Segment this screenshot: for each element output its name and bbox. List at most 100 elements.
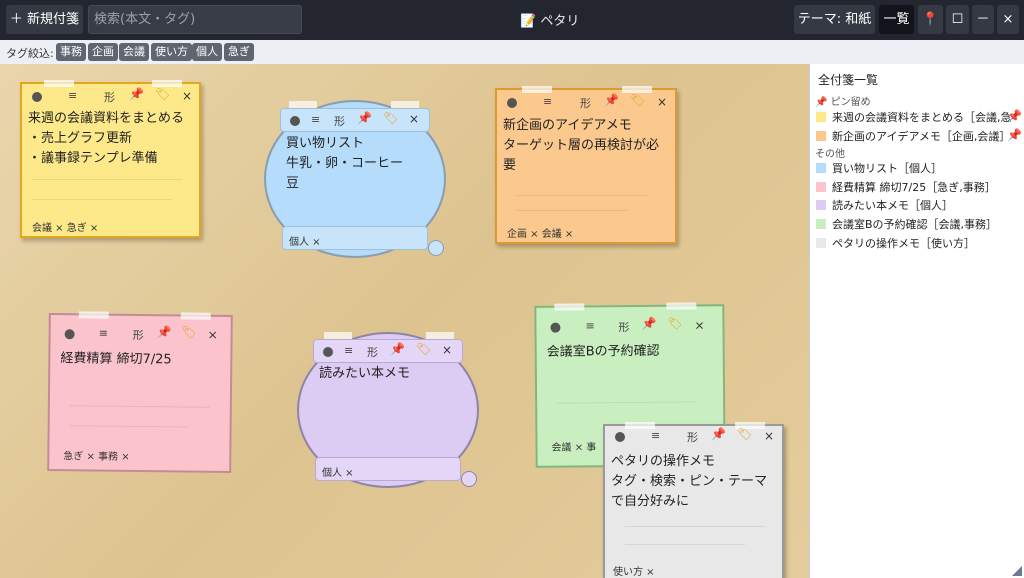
note-tags[interactable]: 会議 × 事 [551, 438, 596, 453]
close-button[interactable]: × [997, 5, 1019, 34]
title-bar: ＋ 新規付箋 検索(本文・タグ) 📝 ペタリ テーマ: 和紙 一覧 📍 ☐ － … [0, 0, 1024, 40]
note-tags[interactable]: 個人 × [289, 233, 321, 248]
color-swatch [816, 238, 826, 248]
list-item[interactable]: 読みたい本メモ［個人］ [816, 197, 953, 212]
note-header: ≡ 形 📌 🏷 × [313, 332, 463, 363]
note-text[interactable]: ペタリの操作メモ タグ・検索・ピン・テーマ で自分好みに [611, 452, 767, 512]
tag-chip-isogi[interactable]: 急ぎ [224, 43, 254, 61]
pin-icon[interactable]: 📌 [604, 93, 619, 107]
note-text[interactable]: 新企画のアイデアメモ ターゲット層の再検討が必 要 [503, 116, 659, 176]
color-dot-icon[interactable] [507, 98, 517, 108]
shape-button[interactable]: 形 [687, 429, 698, 445]
pin-icon: 📌 [1007, 128, 1022, 142]
pin-icon[interactable]: 📌 [390, 342, 405, 356]
note-tags[interactable]: 急ぎ × 事務 × [63, 447, 129, 463]
note-footer: 個人 × [315, 457, 461, 481]
tag-icon[interactable]: 🏷 [737, 427, 752, 441]
color-dot-icon[interactable] [64, 329, 75, 340]
pinned-section-label: 📌 ピン留め [815, 93, 871, 108]
color-dot-icon[interactable] [615, 432, 625, 442]
new-note-button[interactable]: ＋ 新規付箋 [6, 5, 83, 34]
sticky-note[interactable]: ≡ 形 📌 🏷 × 経費精算 締切7/25 急ぎ × 事務 × [47, 311, 233, 473]
resize-handle-icon[interactable] [461, 471, 477, 487]
list-item[interactable]: ペタリの操作メモ［使い方］ [816, 235, 975, 250]
pin-icon[interactable]: 📌 [641, 317, 656, 331]
theme-button[interactable]: テーマ: 和紙 [794, 5, 875, 34]
color-swatch [816, 112, 826, 122]
pin-icon[interactable]: 📌 [157, 325, 172, 339]
sticky-note[interactable]: ≡ 形 📌 🏷 × ペタリの操作メモ タグ・検索・ピン・テーマ で自分好みに 使… [603, 422, 784, 578]
drag-handle-icon[interactable]: ≡ [99, 327, 108, 340]
shape-button[interactable]: 形 [580, 95, 591, 111]
pin-icon[interactable]: 📌 [711, 427, 726, 441]
note-header: ≡ 形 📌 🏷 × [280, 101, 430, 132]
close-note-button[interactable]: × [442, 343, 452, 357]
sticky-note[interactable]: ≡ 形 📌 🏷 × 来週の会議資料をまとめる ・売上グラフ更新 ・議事録テンプレ… [20, 80, 201, 238]
note-text[interactable]: 読みたい本メモ [319, 364, 410, 384]
pin-icon[interactable]: 📌 [129, 87, 144, 101]
tag-chip-jimu[interactable]: 事務 [56, 43, 86, 61]
list-toggle-button[interactable]: 一覧 [879, 5, 914, 34]
note-text[interactable]: 来週の会議資料をまとめる ・売上グラフ更新 ・議事録テンプレ準備 [28, 109, 184, 169]
shape-button[interactable]: 形 [367, 344, 378, 360]
color-dot-icon[interactable] [323, 347, 333, 357]
shape-button[interactable]: 形 [334, 113, 345, 129]
list-item[interactable]: 会議室Bの予約確認［会議,事務］ [816, 216, 997, 231]
color-swatch [816, 163, 826, 173]
list-item[interactable]: 来週の会議資料をまとめる［会議,急 [816, 109, 1012, 124]
app-title: 📝 ペタリ [520, 10, 579, 29]
pin-window-button[interactable]: 📍 [918, 5, 943, 34]
note-text[interactable]: 会議室Bの予約確認 [547, 342, 660, 363]
close-note-button[interactable]: × [694, 318, 704, 332]
drag-handle-icon[interactable]: ≡ [344, 344, 353, 357]
close-note-button[interactable]: × [409, 112, 419, 126]
drag-handle-icon[interactable]: ≡ [311, 113, 320, 126]
shape-button[interactable]: 形 [133, 327, 144, 343]
pin-icon[interactable]: 📌 [357, 111, 372, 125]
color-dot-icon[interactable] [550, 322, 561, 333]
color-swatch [816, 219, 826, 229]
list-item[interactable]: 新企画のアイデアメモ［企画,会議］ [816, 128, 1010, 143]
drag-handle-icon[interactable]: ≡ [68, 89, 77, 102]
shape-button[interactable]: 形 [618, 319, 629, 335]
list-item[interactable]: 買い物リスト［個人］ [816, 160, 942, 175]
tag-icon[interactable]: 🏷 [155, 87, 170, 101]
shape-button[interactable]: 形 [104, 89, 115, 105]
drag-handle-icon[interactable]: ≡ [585, 319, 594, 332]
color-dot-icon[interactable] [290, 116, 300, 126]
tag-chip-kojin[interactable]: 個人 [192, 43, 222, 61]
maximize-button[interactable]: ☐ [946, 5, 969, 34]
tag-icon[interactable]: 🏷 [383, 111, 398, 125]
tag-icon[interactable]: 🏷 [416, 342, 431, 356]
note-board[interactable]: ≡ 形 📌 🏷 × 来週の会議資料をまとめる ・売上グラフ更新 ・議事録テンプレ… [0, 64, 809, 578]
minimize-button[interactable]: － [972, 5, 994, 34]
search-input[interactable]: 検索(本文・タグ) [88, 5, 302, 34]
tag-icon[interactable]: 🏷 [182, 325, 197, 339]
close-note-button[interactable]: × [182, 89, 192, 103]
tag-icon[interactable]: 🏷 [667, 317, 682, 331]
note-text[interactable]: 経費精算 締切7/25 [60, 349, 172, 370]
list-item-label: ペタリの操作メモ［使い方］ [832, 237, 975, 250]
note-text[interactable]: 買い物リスト 牛乳・卵・コーヒー 豆 [286, 134, 403, 194]
note-tags[interactable]: 会議 × 急ぎ × [32, 219, 98, 234]
close-note-button[interactable]: × [208, 328, 218, 342]
note-tags[interactable]: 使い方 × [613, 563, 655, 578]
list-item-label: 読みたい本メモ［個人］ [832, 199, 953, 212]
close-note-button[interactable]: × [657, 95, 667, 109]
drag-handle-icon[interactable]: ≡ [651, 429, 660, 442]
resize-grip-icon[interactable] [1012, 566, 1022, 576]
note-tags[interactable]: 個人 × [322, 464, 354, 479]
color-dot-icon[interactable] [32, 92, 42, 102]
note-tags[interactable]: 企画 × 会議 × [507, 225, 573, 240]
tag-chip-kikaku[interactable]: 企画 [88, 43, 118, 61]
tag-chip-tsukaikata[interactable]: 使い方 [151, 43, 192, 61]
pin-icon: 📌 [815, 97, 828, 108]
resize-handle-icon[interactable] [428, 240, 444, 256]
drag-handle-icon[interactable]: ≡ [543, 95, 552, 108]
list-item-label: 買い物リスト［個人］ [832, 162, 942, 175]
list-item[interactable]: 経費精算 締切7/25［急ぎ,事務］ [816, 179, 996, 194]
tag-chip-kaigi[interactable]: 会議 [119, 43, 149, 61]
close-note-button[interactable]: × [764, 429, 774, 443]
tag-icon[interactable]: 🏷 [630, 93, 645, 107]
sticky-note[interactable]: ≡ 形 📌 🏷 × 新企画のアイデアメモ ターゲット層の再検討が必 要 企画 ×… [495, 86, 677, 244]
